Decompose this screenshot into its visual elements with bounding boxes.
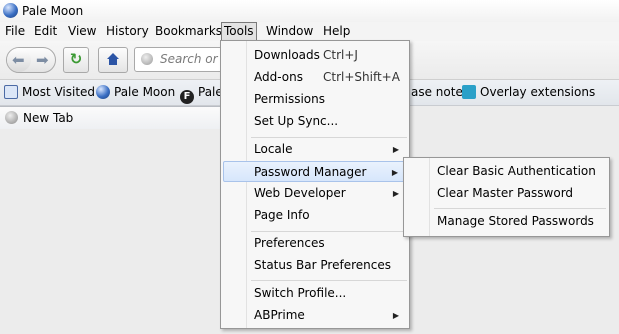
pale-moon-app-icon: [3, 3, 18, 18]
submenu-arrow-icon: ▶: [392, 311, 399, 320]
menu-file[interactable]: File: [3, 23, 27, 40]
bookmark-release-notes[interactable]: ase notes: [411, 85, 469, 100]
bookmark-pale-moon[interactable]: Pale Moon: [96, 85, 175, 100]
menu-separator: [251, 231, 407, 232]
menuitem-web-developer[interactable]: Web Developer ▶: [223, 183, 407, 204]
tools-menu: Downloads Ctrl+J Add-ons Ctrl+Shift+A Pe…: [220, 40, 410, 329]
menuitem-password-manager[interactable]: Password Manager ▶: [223, 161, 407, 182]
password-manager-submenu: Clear Basic Authentication Clear Master …: [403, 157, 610, 237]
menu-window[interactable]: Window: [264, 23, 315, 40]
arrow-left-icon: ⬅: [12, 51, 25, 69]
menuitem-add-ons[interactable]: Add-ons Ctrl+Shift+A: [223, 67, 407, 88]
url-placeholder: Search or e: [160, 52, 229, 66]
submenu-arrow-icon: ▶: [392, 189, 399, 198]
menuitem-manage-stored-passwords[interactable]: Manage Stored Passwords: [406, 211, 607, 232]
bookmark-overlay-extensions[interactable]: Overlay extensions: [462, 85, 595, 100]
f-icon: F: [180, 90, 194, 104]
back-button[interactable]: ⬅: [7, 48, 31, 72]
menuitem-permissions[interactable]: Permissions: [223, 89, 407, 110]
globe-icon: [141, 53, 153, 65]
menu-view[interactable]: View: [66, 23, 98, 40]
menu-bar: File Edit View History Bookmarks Tools W…: [0, 22, 619, 41]
menu-separator: [251, 137, 407, 138]
menu-bookmarks[interactable]: Bookmarks: [153, 23, 224, 40]
bookmark-most-visited[interactable]: Most Visited: [4, 85, 95, 100]
search-icon: [4, 85, 18, 99]
menuitem-page-info[interactable]: Page Info: [223, 205, 407, 226]
title-bar: Pale Moon: [0, 0, 619, 22]
overlay-icon: [462, 85, 476, 99]
menu-edit[interactable]: Edit: [32, 23, 59, 40]
submenu-arrow-icon: ▶: [392, 145, 399, 154]
tab-label: New Tab: [23, 111, 74, 125]
reload-icon: ↻: [69, 50, 83, 68]
forward-button[interactable]: ➡: [36, 52, 49, 68]
menuitem-preferences[interactable]: Preferences: [223, 233, 407, 254]
menuitem-downloads[interactable]: Downloads Ctrl+J: [223, 45, 407, 66]
menu-tools[interactable]: Tools: [221, 22, 257, 41]
menuitem-set-up-sync[interactable]: Set Up Sync...: [223, 111, 407, 132]
bookmark-pale[interactable]: F Pale: [180, 85, 223, 104]
menuitem-clear-basic-authentication[interactable]: Clear Basic Authentication: [406, 161, 607, 182]
globe-icon: [96, 85, 110, 99]
reload-button[interactable]: ↻: [63, 47, 89, 73]
back-forward-group: ⬅ ➡: [6, 47, 56, 73]
submenu-arrow-icon: ▶: [391, 168, 398, 177]
menu-separator: [251, 280, 407, 281]
menuitem-status-bar-preferences[interactable]: Status Bar Preferences: [223, 255, 407, 276]
menu-history[interactable]: History: [104, 23, 151, 40]
menu-help[interactable]: Help: [321, 23, 352, 40]
menuitem-locale[interactable]: Locale ▶: [223, 139, 407, 160]
menu-separator: [434, 208, 606, 209]
menuitem-abprime[interactable]: ABPrime ▶: [223, 305, 407, 326]
menuitem-clear-master-password[interactable]: Clear Master Password: [406, 183, 607, 204]
menuitem-switch-profile[interactable]: Switch Profile...: [223, 283, 407, 304]
window-title: Pale Moon: [22, 4, 84, 18]
globe-icon: [5, 111, 18, 124]
home-button[interactable]: [98, 47, 128, 73]
